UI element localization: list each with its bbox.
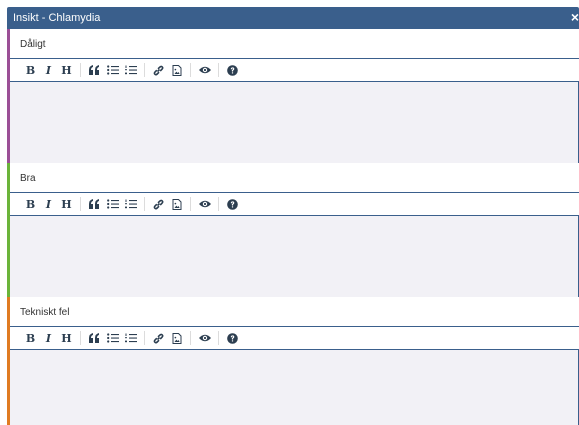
help-icon[interactable] bbox=[225, 61, 240, 79]
toolbar-separator bbox=[218, 63, 219, 77]
editor-textarea[interactable] bbox=[10, 350, 579, 425]
image-icon[interactable] bbox=[169, 195, 184, 213]
section-label: Dåligt bbox=[10, 29, 579, 58]
insight-dialog: Insikt - Chlamydia × Dåligt B I H Bra B … bbox=[7, 7, 579, 425]
toolbar-separator bbox=[190, 197, 191, 211]
unordered-list-icon[interactable] bbox=[105, 195, 120, 213]
quote-icon[interactable] bbox=[87, 329, 102, 347]
markdown-toolbar: B I H bbox=[10, 326, 579, 350]
toolbar-separator bbox=[218, 197, 219, 211]
editor-textarea[interactable] bbox=[10, 216, 579, 297]
preview-icon[interactable] bbox=[197, 329, 212, 347]
section-tekniskt-fel: Tekniskt fel B I H bbox=[7, 297, 579, 425]
bold-button[interactable]: B bbox=[23, 195, 38, 213]
heading-button[interactable]: H bbox=[59, 195, 74, 213]
toolbar-separator bbox=[80, 331, 81, 345]
link-icon[interactable] bbox=[151, 61, 166, 79]
bold-button[interactable]: B bbox=[23, 329, 38, 347]
toolbar-separator bbox=[190, 63, 191, 77]
italic-button[interactable]: I bbox=[41, 61, 56, 79]
toolbar-separator bbox=[144, 63, 145, 77]
heading-button[interactable]: H bbox=[59, 61, 74, 79]
dialog-title: Insikt - Chlamydia bbox=[13, 12, 101, 24]
toolbar-separator bbox=[80, 63, 81, 77]
section-bra: Bra B I H bbox=[7, 163, 579, 297]
quote-icon[interactable] bbox=[87, 195, 102, 213]
italic-button[interactable]: I bbox=[41, 195, 56, 213]
help-icon[interactable] bbox=[225, 195, 240, 213]
section-daligt: Dåligt B I H bbox=[7, 29, 579, 163]
help-icon[interactable] bbox=[225, 329, 240, 347]
markdown-toolbar: B I H bbox=[10, 58, 579, 82]
ordered-list-icon[interactable] bbox=[123, 61, 138, 79]
toolbar-separator bbox=[144, 331, 145, 345]
unordered-list-icon[interactable] bbox=[105, 61, 120, 79]
toolbar-separator bbox=[190, 331, 191, 345]
image-icon[interactable] bbox=[169, 61, 184, 79]
section-label: Tekniskt fel bbox=[10, 297, 579, 326]
section-label: Bra bbox=[10, 163, 579, 192]
quote-icon[interactable] bbox=[87, 61, 102, 79]
link-icon[interactable] bbox=[151, 329, 166, 347]
heading-button[interactable]: H bbox=[59, 329, 74, 347]
link-icon[interactable] bbox=[151, 195, 166, 213]
ordered-list-icon[interactable] bbox=[123, 195, 138, 213]
markdown-toolbar: B I H bbox=[10, 192, 579, 216]
dialog-titlebar: Insikt - Chlamydia × bbox=[7, 7, 579, 29]
preview-icon[interactable] bbox=[197, 195, 212, 213]
preview-icon[interactable] bbox=[197, 61, 212, 79]
bold-button[interactable]: B bbox=[23, 61, 38, 79]
toolbar-separator bbox=[218, 331, 219, 345]
editor-textarea[interactable] bbox=[10, 82, 579, 163]
ordered-list-icon[interactable] bbox=[123, 329, 138, 347]
toolbar-separator bbox=[80, 197, 81, 211]
image-icon[interactable] bbox=[169, 329, 184, 347]
unordered-list-icon[interactable] bbox=[105, 329, 120, 347]
toolbar-separator bbox=[144, 197, 145, 211]
italic-button[interactable]: I bbox=[41, 329, 56, 347]
close-icon[interactable]: × bbox=[565, 10, 579, 24]
